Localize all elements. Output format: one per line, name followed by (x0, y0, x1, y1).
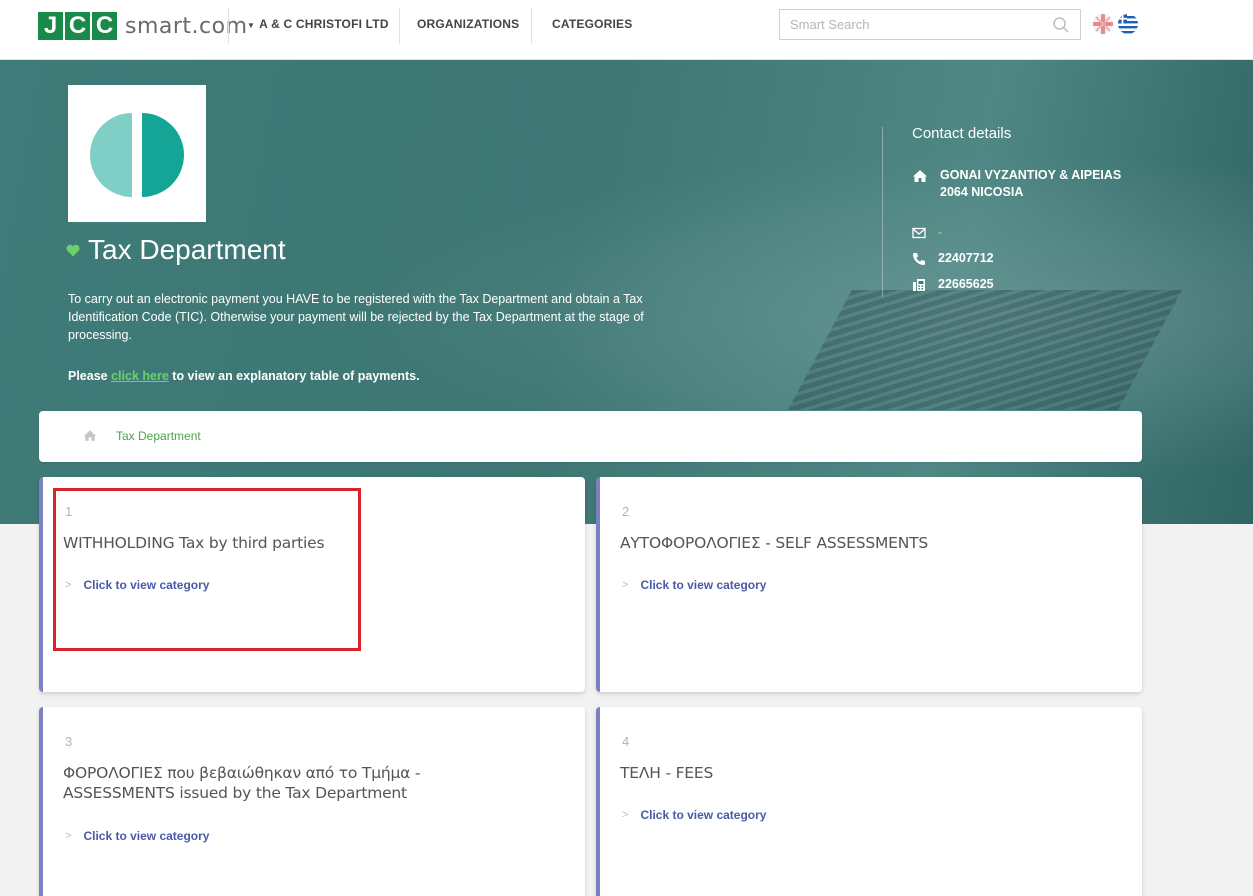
jccsmart-logo[interactable]: J C C smart.com (38, 8, 248, 44)
nav-divider (399, 8, 400, 44)
category-card-2[interactable]: 2 ΑΥΤΟΦΟΡΟΛΟΓΙΕΣ - SELF ASSESSMENTS > Cl… (596, 477, 1142, 692)
caret-down-icon: ▼ (247, 21, 256, 30)
category-number: 2 (622, 504, 630, 519)
home-icon (913, 170, 927, 182)
logo-letter: C (92, 12, 117, 40)
account-label: A & C CHRISTOFI LTD (259, 17, 389, 31)
category-card-3[interactable]: 3 ΦΟΡΟΛΟΓΙΕΣ που βεβαιώθηκαν από το Τμήμ… (39, 707, 585, 896)
organization-name: Tax Department (88, 234, 286, 265)
category-title-line-2: ASSESSMENTS issued by the Tax Department (63, 784, 407, 802)
organization-logo (68, 85, 206, 222)
nav-organizations[interactable]: ORGANIZATIONS (417, 17, 519, 31)
page-title: Tax Department (66, 234, 286, 266)
nav-divider (531, 8, 532, 44)
greek-flag-icon[interactable] (1118, 14, 1138, 34)
breadcrumb-item[interactable]: Tax Department (116, 429, 201, 443)
view-category-label: Click to view category (640, 808, 767, 822)
chevron-right-icon: > (622, 579, 629, 591)
phone-icon (912, 253, 925, 266)
view-category-label: Click to view category (640, 578, 767, 592)
email-value[interactable]: - (938, 225, 942, 239)
logo-letter: J (38, 12, 63, 40)
view-category-link[interactable]: > Click to view category (65, 829, 209, 843)
nav-divider (228, 8, 229, 44)
view-category-link[interactable]: > Click to view category (622, 578, 766, 592)
category-number: 3 (65, 734, 73, 749)
view-category-link[interactable]: > Click to view category (65, 578, 209, 592)
category-card-1[interactable]: 1 WITHHOLDING Tax by third parties > Cli… (39, 477, 585, 692)
home-icon[interactable] (83, 429, 97, 442)
fax-value: 22665625 (938, 277, 994, 291)
contact-divider (882, 127, 883, 297)
nav-categories[interactable]: CATEGORIES (552, 17, 632, 31)
note-prefix: Please (68, 369, 108, 383)
heart-icon[interactable] (66, 244, 80, 257)
view-category-link[interactable]: > Click to view category (622, 808, 766, 822)
explanatory-note: Please click here to view an explanatory… (68, 369, 420, 383)
contact-fax: 22665625 (912, 277, 994, 292)
top-navigation-bar: J C C smart.com ▼ A & C CHRISTOFI LTD ORG… (0, 0, 1253, 60)
category-title-line-1: ΦΟΡΟΛΟΓΙΕΣ που βεβαιώθηκαν από το Τμήμα … (63, 764, 421, 782)
tax-department-logo-icon (90, 111, 184, 199)
phone-value: 22407712 (938, 251, 994, 265)
category-title: WITHHOLDING Tax by third parties (63, 534, 325, 552)
address-line-2: 2064 NICOSIA (940, 185, 1024, 199)
breadcrumb: Tax Department (39, 411, 1142, 462)
chevron-right-icon: > (622, 809, 629, 821)
address-line-1: GONAI VYZANTIOY & AIPEIAS (940, 168, 1122, 182)
account-dropdown[interactable]: ▼ A & C CHRISTOFI LTD (247, 17, 389, 31)
english-flag-icon[interactable] (1093, 14, 1113, 34)
category-title: ΑΥΤΟΦΟΡΟΛΟΓΙΕΣ - SELF ASSESSMENTS (620, 534, 929, 552)
chevron-right-icon: > (65, 579, 72, 591)
contact-address: GONAI VYZANTIOY & AIPEIAS 2064 NICOSIA (912, 168, 1121, 199)
contact-title: Contact details (912, 125, 1012, 142)
contact-phone: 22407712 (912, 251, 994, 266)
logo-letter: C (65, 12, 90, 40)
organization-description: To carry out an electronic payment you H… (68, 292, 644, 342)
chevron-right-icon: > (65, 830, 72, 842)
logo-text: smart.com (125, 13, 248, 39)
smart-search (779, 9, 1081, 40)
category-card-4[interactable]: 4 ΤΕΛΗ - FEES > Click to view category (596, 707, 1142, 896)
category-number: 1 (65, 504, 73, 519)
note-suffix: to view an explanatory table of payments… (172, 369, 420, 383)
search-icon[interactable] (1052, 16, 1070, 34)
contact-email: - (912, 225, 942, 240)
category-title: ΦΟΡΟΛΟΓΙΕΣ που βεβαιώθηκαν από το Τμήμα … (63, 763, 420, 803)
view-category-label: Click to view category (83, 578, 210, 592)
fax-icon (913, 279, 925, 291)
category-number: 4 (622, 734, 630, 749)
category-title: ΤΕΛΗ - FEES (620, 764, 714, 782)
search-input[interactable] (780, 10, 1040, 39)
view-category-label: Click to view category (83, 829, 210, 843)
envelope-icon (912, 227, 926, 239)
explanatory-table-link[interactable]: click here (111, 369, 169, 383)
